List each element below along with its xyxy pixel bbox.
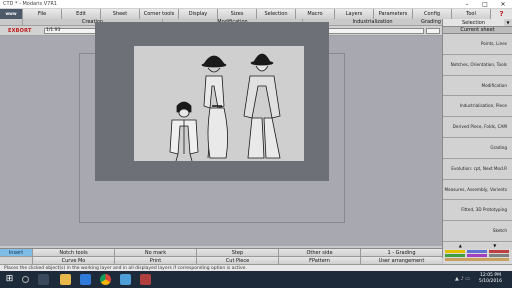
- sidebar-item-industrialisation[interactable]: Industrialisation, Piece: [443, 96, 512, 118]
- swatch-7[interactable]: [445, 258, 509, 261]
- menu-macro[interactable]: Macro: [295, 9, 334, 19]
- swatch-3[interactable]: [489, 250, 509, 253]
- app-icon[interactable]: [120, 274, 131, 285]
- minimize-button[interactable]: –: [458, 0, 476, 9]
- tab-grading[interactable]: Grading: [420, 19, 442, 26]
- sidebar-item-notches[interactable]: Notches, Orientation, Tools: [443, 54, 512, 76]
- edge-browser-icon[interactable]: [80, 274, 91, 285]
- selection-dropdown[interactable]: Selection: [443, 19, 504, 26]
- swatch-6[interactable]: [489, 254, 509, 257]
- swatch-4[interactable]: [445, 254, 465, 257]
- task-view-icon[interactable]: [38, 274, 49, 285]
- fashion-sketch-image[interactable]: [134, 46, 304, 161]
- fpattern-button[interactable]: FPattern: [278, 257, 360, 264]
- sidebar-item-fitted-3d[interactable]: Fitted, 3D Prototyping: [443, 200, 512, 222]
- right-sidebar: Selection ▼ Current sheet Points, Lines …: [442, 19, 512, 258]
- print-button[interactable]: Print: [114, 257, 196, 264]
- menu-bar: www File Edit Sheet Corner tools Display…: [0, 9, 512, 19]
- brand-logo: EXBORT: [8, 28, 32, 34]
- menu-selection[interactable]: Selection: [256, 9, 295, 19]
- bottom-toolbar-2: Curve Mo Print Cut Piece FPattern User a…: [0, 256, 442, 264]
- system-tray[interactable]: ▲ ♪ ▭: [455, 276, 470, 282]
- window-title: CTD * - Modaris V7R1: [3, 1, 57, 7]
- title-bar: CTD * - Modaris V7R1 – □ ✕: [0, 0, 512, 9]
- sidebar-item-derived-piece[interactable]: Derived Piece, Folds, CAM: [443, 117, 512, 138]
- bottom-toolbar-1: Insert Notch tools No mark Step Other si…: [0, 248, 442, 256]
- swatch-5[interactable]: [467, 254, 487, 257]
- menu-corner-tools[interactable]: Corner tools: [139, 9, 178, 19]
- sidebar-item-points-lines[interactable]: Points, Lines: [443, 34, 512, 55]
- help-icon[interactable]: ?: [490, 9, 512, 19]
- cut-piece-button[interactable]: Cut Piece: [196, 257, 278, 264]
- sidebar-item-sketch[interactable]: Sketch: [443, 221, 512, 242]
- insert-button[interactable]: Insert: [0, 249, 32, 256]
- taskbar-clock[interactable]: 12:05 PM 5/10/2016: [479, 273, 502, 285]
- sidebar-item-modification[interactable]: Modification: [443, 75, 512, 97]
- close-button[interactable]: ✕: [494, 0, 512, 9]
- sketch-drawing: [134, 46, 304, 161]
- menu-sizes[interactable]: Sizes: [217, 9, 256, 19]
- menu-parameters[interactable]: Parameters: [373, 9, 412, 19]
- maximize-button[interactable]: □: [476, 0, 494, 9]
- color-swatch-panel: [443, 249, 512, 264]
- menu-config[interactable]: Config: [412, 9, 451, 19]
- windows-taskbar: ⊞ ▲ ♪ ▭ 12:05 PM 5/10/2016: [0, 271, 512, 288]
- sidebar-item-grading[interactable]: Grading: [443, 137, 512, 159]
- function-list: Points, Lines Notches, Orientation, Tool…: [443, 34, 512, 242]
- chrome-icon[interactable]: [100, 274, 111, 285]
- clock-date: 5/10/2016: [478, 279, 502, 284]
- menu-file[interactable]: File: [22, 9, 61, 19]
- chevron-down-icon[interactable]: ▼: [504, 19, 512, 26]
- swatch-1[interactable]: [445, 250, 465, 253]
- step-button[interactable]: Step: [196, 249, 278, 256]
- file-explorer-icon[interactable]: [60, 274, 71, 285]
- notch-tools-button[interactable]: Notch tools: [32, 249, 114, 256]
- menu-tool[interactable]: Tool: [451, 9, 490, 19]
- selection-header: Selection ▼: [443, 19, 512, 27]
- menu-sheet[interactable]: Sheet: [100, 9, 139, 19]
- curve-mo-button[interactable]: Curve Mo: [32, 257, 114, 264]
- menu-layers[interactable]: Layers: [334, 9, 373, 19]
- windows-logo-icon[interactable]: ⊞: [4, 274, 15, 285]
- status-bar: Places the clicked object(s) in the work…: [0, 264, 512, 271]
- current-sheet-label[interactable]: Current sheet: [443, 27, 512, 34]
- menu-display[interactable]: Display: [178, 9, 217, 19]
- sidebar-item-evolution[interactable]: Evolution: cpt, Next Mod.R: [443, 158, 512, 180]
- app-logo: www: [0, 9, 22, 19]
- user-arrangement-button[interactable]: User arrangement: [360, 257, 442, 264]
- menu-edit[interactable]: Edit: [61, 9, 100, 19]
- window-controls: – □ ✕: [458, 0, 512, 9]
- sidebar-item-measures[interactable]: Measures, Assembly, Varients: [443, 179, 512, 201]
- search-icon[interactable]: [22, 276, 29, 283]
- swatch-2[interactable]: [467, 250, 487, 253]
- other-side-button[interactable]: Other side: [278, 249, 360, 256]
- app-icon-2[interactable]: [140, 274, 151, 285]
- no-mark-button[interactable]: No mark: [114, 249, 196, 256]
- model-field-4[interactable]: [426, 28, 440, 34]
- grading-level-button[interactable]: 1 - Grading: [360, 249, 442, 256]
